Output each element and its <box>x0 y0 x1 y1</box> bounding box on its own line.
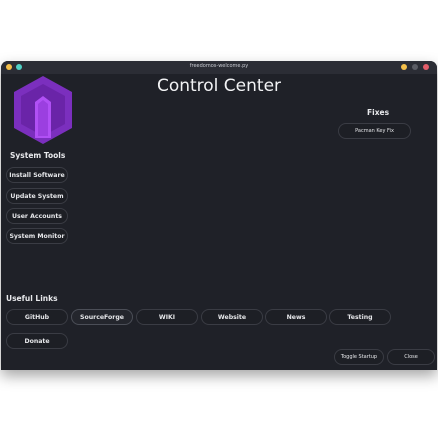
minimize-icon[interactable] <box>401 64 407 70</box>
update-system-button[interactable]: Update System <box>6 188 68 204</box>
github-button[interactable]: GitHub <box>6 309 68 325</box>
close-icon[interactable] <box>423 64 429 70</box>
page-title: Control Center <box>156 76 282 96</box>
title-bar[interactable]: freedomos-welcome.py <box>1 61 437 74</box>
system-monitor-button[interactable]: System Monitor <box>6 228 68 244</box>
user-accounts-button[interactable]: User Accounts <box>6 208 68 224</box>
wiki-button[interactable]: WIKI <box>136 309 198 325</box>
app-window: freedomos-welcome.py Control Center Fixe… <box>1 61 437 370</box>
sourceforge-button[interactable]: SourceForge <box>71 309 133 325</box>
window-title: freedomos-welcome.py <box>189 63 249 69</box>
donate-button[interactable]: Donate <box>6 333 68 349</box>
useful-links-title: Useful Links <box>6 294 58 303</box>
testing-button[interactable]: Testing <box>329 309 391 325</box>
close-button[interactable]: Close <box>387 349 435 365</box>
system-tools-title: System Tools <box>10 151 66 160</box>
fixes-title: Fixes <box>367 108 390 117</box>
toggle-startup-button[interactable]: Toggle Startup <box>334 349 384 365</box>
maximize-icon[interactable] <box>412 64 418 70</box>
news-button[interactable]: News <box>265 309 327 325</box>
install-software-button[interactable]: Install Software <box>6 167 68 183</box>
pacman-key-fix-button[interactable]: Pacman Key Fix <box>338 123 411 139</box>
website-button[interactable]: Website <box>201 309 263 325</box>
